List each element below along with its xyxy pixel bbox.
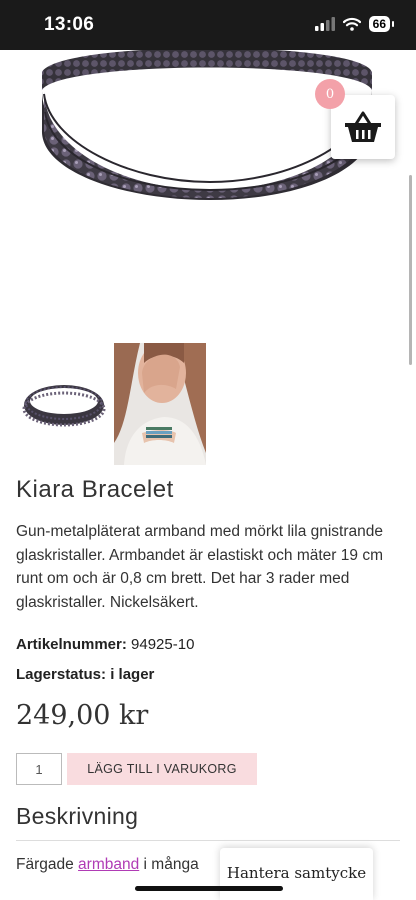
sku-label: Artikelnummer: xyxy=(16,636,127,653)
thumbnail-bracelet[interactable] xyxy=(18,343,110,465)
description-section-title: Beskrivning xyxy=(16,803,139,829)
product-description: Gun-metalpläterat armband med mörkt lila… xyxy=(16,523,384,611)
section-divider xyxy=(16,840,400,841)
sku-row: Artikelnummer: 94925-10 xyxy=(16,636,194,653)
product-price: 249,00 kr xyxy=(16,700,149,731)
bracelet-thumbnail-image xyxy=(22,385,106,427)
description-text-end: i många xyxy=(139,856,199,873)
consent-manager-button[interactable]: Hantera samtycke xyxy=(220,848,373,900)
wifi-icon xyxy=(342,17,361,31)
sku-value: 94925-10 xyxy=(131,636,195,653)
description-section-text: Färgade armband i många xyxy=(16,856,199,874)
model-photo-image xyxy=(114,343,206,465)
home-indicator xyxy=(135,886,283,891)
signal-icon xyxy=(314,17,335,31)
add-to-cart-button[interactable]: LÄGG TILL I VARUKORG xyxy=(67,753,257,785)
cart-count-badge: 0 xyxy=(315,79,345,109)
scrollbar[interactable] xyxy=(409,175,412,365)
product-main-image[interactable] xyxy=(0,50,416,340)
stock-status: Lagerstatus: i lager xyxy=(16,666,155,683)
description-text-start: Färgade xyxy=(16,856,79,873)
quantity-input[interactable] xyxy=(16,753,62,785)
bracelet-image xyxy=(41,50,373,200)
thumbnail-model[interactable] xyxy=(114,343,206,465)
armband-link[interactable]: armband xyxy=(78,856,139,873)
status-time: 13:06 xyxy=(44,14,95,35)
product-title: Kiara Bracelet xyxy=(16,476,174,503)
battery-indicator: 66 xyxy=(368,16,395,32)
basket-icon xyxy=(345,111,381,142)
status-bar: 13:06 66 xyxy=(0,0,416,50)
status-icons: 66 xyxy=(314,16,395,32)
stock-row: Lagerstatus: i lager xyxy=(16,666,154,683)
